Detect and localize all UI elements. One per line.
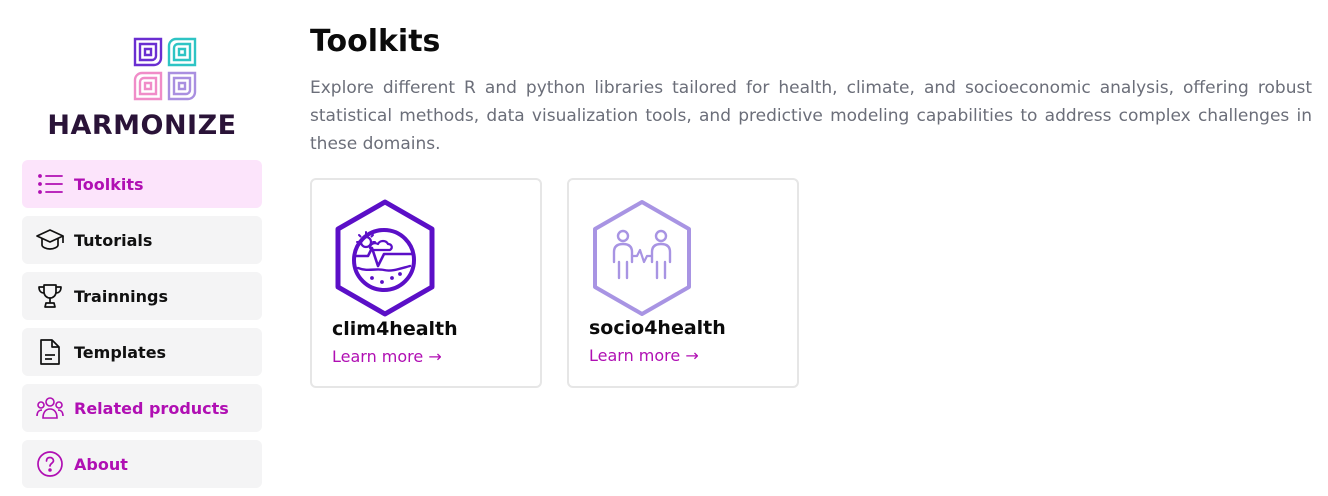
sidebar-nav: Toolkits Tutorials Trainnings Templates … <box>22 160 262 496</box>
sidebar-item-label: Templates <box>74 342 167 362</box>
page-description: Explore different R and python libraries… <box>310 78 1312 154</box>
brand-wordmark: HARMONIZE <box>47 110 237 141</box>
sidebar-item-label: Toolkits <box>74 174 144 194</box>
sidebar-item-label: Related products <box>74 398 229 418</box>
sidebar: HARMONIZE Toolkits Tutorials Trainnings … <box>22 0 262 494</box>
climate-health-hex-icon <box>335 199 435 317</box>
sidebar-item-toolkits[interactable]: Toolkits <box>22 160 262 208</box>
document-icon <box>36 338 64 366</box>
trophy-icon <box>36 282 64 310</box>
learn-more-link[interactable]: Learn more → <box>589 346 699 365</box>
sidebar-item-trainnings[interactable]: Trainnings <box>22 272 262 320</box>
list-icon <box>36 170 64 198</box>
sidebar-item-templates[interactable]: Templates <box>22 328 262 376</box>
learn-more-link[interactable]: Learn more → <box>332 347 442 366</box>
card-title: socio4health <box>589 317 726 339</box>
graduation-cap-icon <box>36 226 64 254</box>
toolkit-card-clim4health[interactable]: clim4health Learn more → <box>310 178 542 388</box>
socio-health-hex-icon <box>593 200 691 316</box>
leaf-logo-icon <box>133 37 197 101</box>
question-circle-icon <box>36 450 64 478</box>
toolkit-card-socio4health[interactable]: socio4health Learn more → <box>567 178 799 388</box>
sidebar-item-label: Trainnings <box>74 286 168 306</box>
sidebar-item-label: Tutorials <box>74 230 153 250</box>
sidebar-item-tutorials[interactable]: Tutorials <box>22 216 262 264</box>
harmonize-logo[interactable]: HARMONIZE <box>46 36 238 144</box>
card-title: clim4health <box>332 318 458 340</box>
sidebar-item-related-products[interactable]: Related products <box>22 384 262 432</box>
page-title: Toolkits <box>310 24 441 59</box>
sidebar-item-about[interactable]: About <box>22 440 262 488</box>
users-icon <box>36 394 64 422</box>
sidebar-item-label: About <box>74 454 128 474</box>
